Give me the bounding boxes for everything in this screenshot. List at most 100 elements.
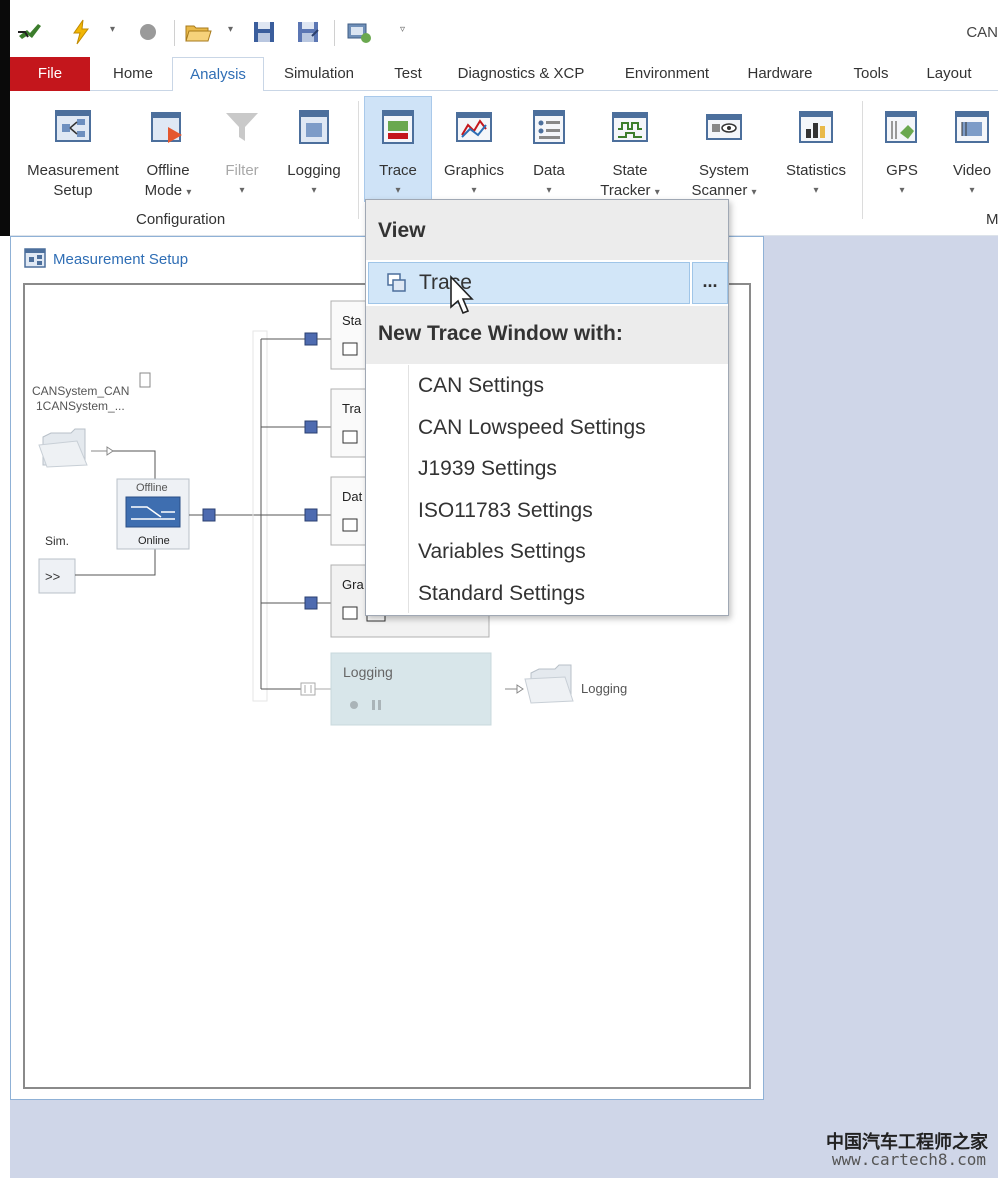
state-tracker-icon [610,107,650,147]
trace-branch: Tra [261,388,382,458]
offline-mode-label: Offline [146,162,190,179]
toolbar-separator [334,20,335,46]
logging-dropdown-icon: ▾ [311,185,317,196]
tab-test[interactable]: Test [382,57,434,91]
system-scanner-icon [704,107,744,147]
tab-tools[interactable]: Tools [844,57,898,91]
quick-access-toolbar: ▾ ▾ ▿ CAN [10,10,998,56]
menu-item-variables-settings[interactable]: Variables Settings [418,532,586,572]
stop-icon[interactable] [134,18,162,46]
filter-label: Filter [225,162,259,179]
statistics-icon [796,107,836,147]
trace-label: Trace [379,162,417,179]
measurement-setup-title: Measurement Setup [53,251,189,268]
trace-button[interactable]: Trace ▾ [364,96,432,202]
tab-analysis[interactable]: Analysis [172,57,264,92]
sim-play-label: >> [45,569,60,584]
source-folder-icon[interactable] [38,428,88,468]
app-logo-icon[interactable] [16,18,44,46]
configuration-icon[interactable] [344,18,372,46]
filter-button[interactable]: Filter ▾ [214,97,270,201]
group-separator [862,101,863,219]
menu-item-j1939-settings[interactable]: J1939 Settings [418,449,557,489]
menu-item-standard-settings[interactable]: Standard Settings [418,574,585,614]
filter-dropdown-icon: ▾ [239,185,245,196]
menu-item-iso11783-settings[interactable]: ISO11783 Settings [418,491,593,531]
tab-environment[interactable]: Environment [614,57,720,91]
data-button[interactable]: Data ▾ [518,97,580,201]
offline-mode-button[interactable]: Offline Mode ▾ [132,97,204,201]
configuration-group-label: Configuration [136,211,226,228]
trace-dropdown-menu: View Trace ... New Trace Window with: CA… [365,199,729,616]
customize-toolbar-icon[interactable]: ▿ [400,24,405,35]
state-tracker-label-2: Tracker [600,182,651,199]
switch-online-label: Online [138,535,170,547]
logging-button[interactable]: Logging ▾ [282,97,346,201]
data-label: Data [533,162,565,179]
video-icon [952,107,992,147]
next-group-label: M [986,211,998,228]
toolbar-separator [174,20,175,46]
data-block-label: Dat [342,489,363,504]
graphics-block-label: Gra [342,577,364,592]
data-branch: Dat [261,476,382,546]
tab-file[interactable]: File [10,57,90,91]
trace-more-button[interactable]: ... [692,262,728,304]
group-separator [358,101,359,219]
system-scanner-label-2: Scanner [691,182,748,199]
system-scanner-button[interactable]: System Scanner ▾ [680,97,768,201]
data-dropdown-icon: ▾ [546,185,552,196]
graphics-dropdown-icon: ▾ [471,185,477,196]
logging-icon [294,107,334,147]
menu-item-trace[interactable]: Trace [368,262,690,304]
data-icon [529,107,569,147]
statistics-label: Statistics [785,162,846,179]
trace-dropdown-icon: ▾ [395,185,401,196]
lightning-start-icon[interactable] [68,18,96,46]
data-window-icon [342,518,358,532]
statistics-branch: Sta [261,300,382,370]
statistics-block-label: Sta [342,313,362,328]
gps-button[interactable]: GPS ▾ [872,97,932,201]
state-tracker-dropdown-icon: ▾ [654,187,660,198]
tab-home[interactable]: Home [98,57,168,91]
state-tracker-button[interactable]: State Tracker ▾ [590,97,670,201]
statistics-window-icon [342,342,358,356]
filter-icon [222,107,262,147]
logging-folder-icon[interactable] [524,664,574,704]
save-as-icon[interactable] [294,18,322,46]
source-label-line1: CANSystem_CAN [32,384,129,398]
logging-record-icon [350,701,358,709]
measurement-setup-label-2: Setup [53,182,93,199]
logging-branch: Logging Logging [261,652,627,726]
measurement-setup-window-icon [23,247,47,271]
logging-file-label: Logging [581,681,627,696]
graphics-button[interactable]: Graphics ▾ [440,97,508,201]
tab-diagnostics-xcp[interactable]: Diagnostics & XCP [450,57,592,91]
tab-simulation[interactable]: Simulation [272,57,366,91]
mouse-cursor-icon [449,275,475,317]
tab-layout[interactable]: Layout [916,57,982,91]
menu-item-can-lowspeed-settings[interactable]: CAN Lowspeed Settings [418,408,646,448]
video-button[interactable]: Video ▾ [940,97,998,201]
gps-icon [882,107,922,147]
app-title: CAN [966,24,998,41]
offline-mode-icon [148,107,188,147]
menu-item-can-settings[interactable]: CAN Settings [418,366,544,406]
save-icon[interactable] [250,18,278,46]
trace-icon [378,107,418,147]
graphics-label: Graphics [443,162,505,179]
start-dropdown-icon[interactable]: ▾ [110,24,115,35]
tab-hardware[interactable]: Hardware [738,57,822,91]
measurement-setup-button[interactable]: Measurement Setup [18,97,128,201]
watermark-url: www.cartech8.com [831,1150,986,1169]
switch-offline-label: Offline [136,482,168,494]
ribbon-tabs: File Home Analysis Simulation Test Diagn… [10,57,998,92]
video-label: Video [952,162,992,179]
state-tracker-label: State [612,162,648,179]
open-folder-icon[interactable] [184,18,212,46]
sim-label: Sim. [45,534,69,548]
open-dropdown-icon[interactable]: ▾ [228,24,233,35]
database-doc-icon [139,372,151,388]
statistics-button[interactable]: Statistics ▾ [776,97,856,201]
